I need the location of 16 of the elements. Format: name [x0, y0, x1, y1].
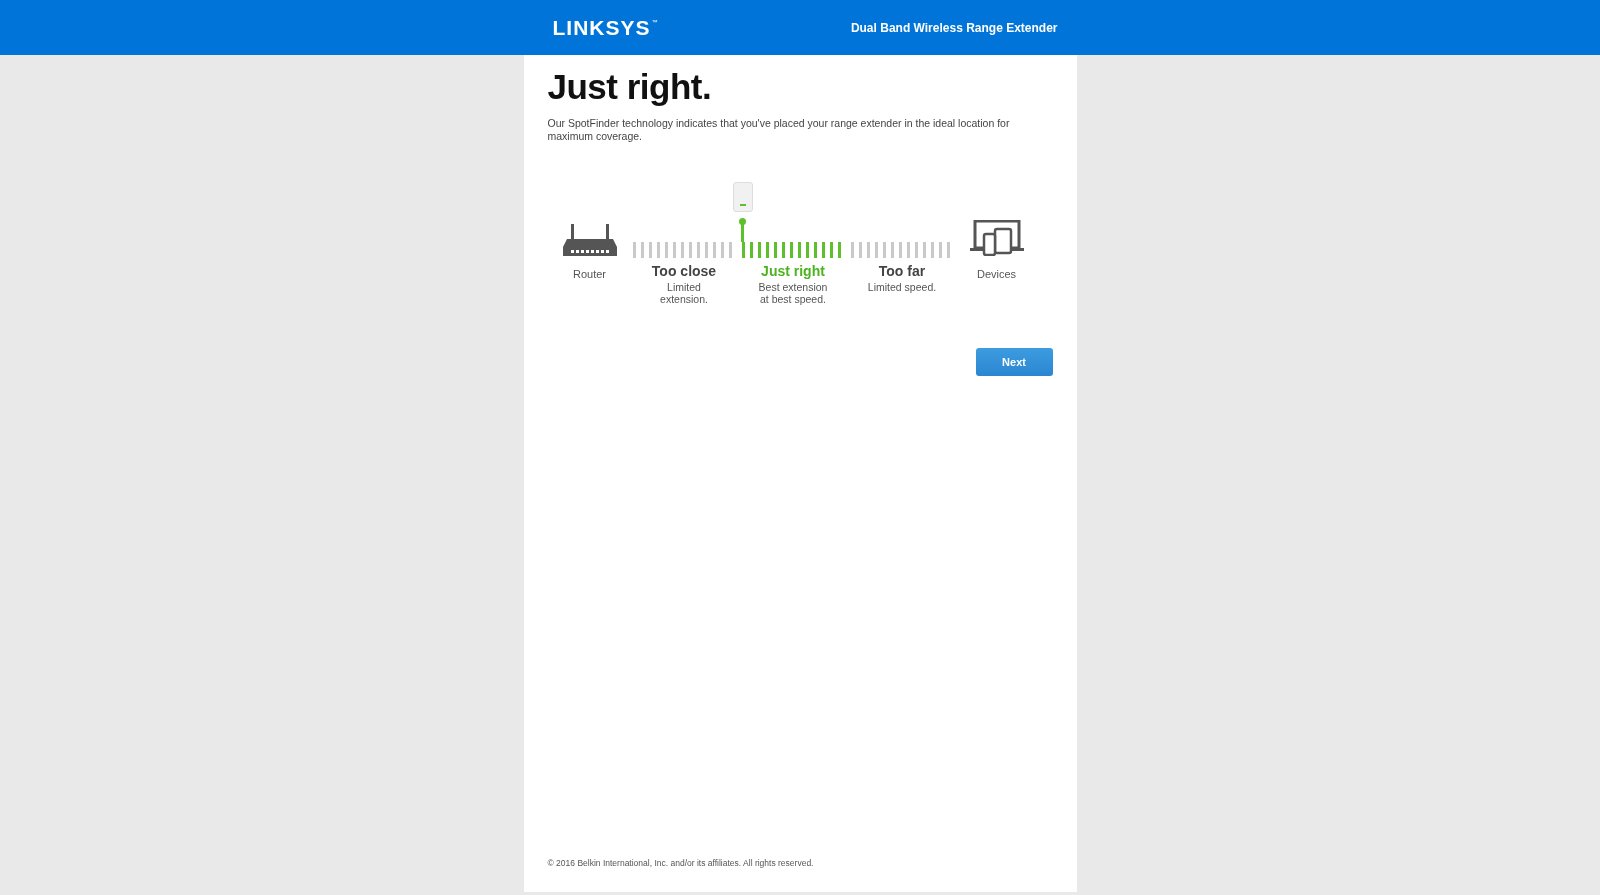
zone-title: Too close — [651, 263, 717, 279]
brand-logo: LINKSYS$^{™}$ — [552, 15, 659, 40]
zone-description: Best extension at best speed. — [758, 281, 828, 305]
zone-title: Just right — [761, 263, 825, 279]
product-name: Dual Band Wireless Range Extender — [850, 20, 1058, 35]
description-text: Our SpotFinder technology indicates that you've placed your range extender in the ideal location for maximum coverage. — [547, 117, 1011, 143]
page-heading: Just right. — [547, 67, 713, 107]
copyright-text: © 2016 Belkin International, Inc. and/or its affiliates. All rights reserved. — [547, 858, 815, 868]
zone-title: Too far — [878, 263, 926, 279]
devices-icon — [969, 220, 1024, 256]
zone-description: Limited speed. — [867, 281, 937, 293]
router-label: Router — [573, 268, 606, 280]
zone-description: Limited extension. — [660, 281, 708, 305]
next-button[interactable]: Next — [975, 348, 1053, 376]
devices-label: Devices — [976, 268, 1017, 280]
router-icon — [562, 224, 617, 256]
